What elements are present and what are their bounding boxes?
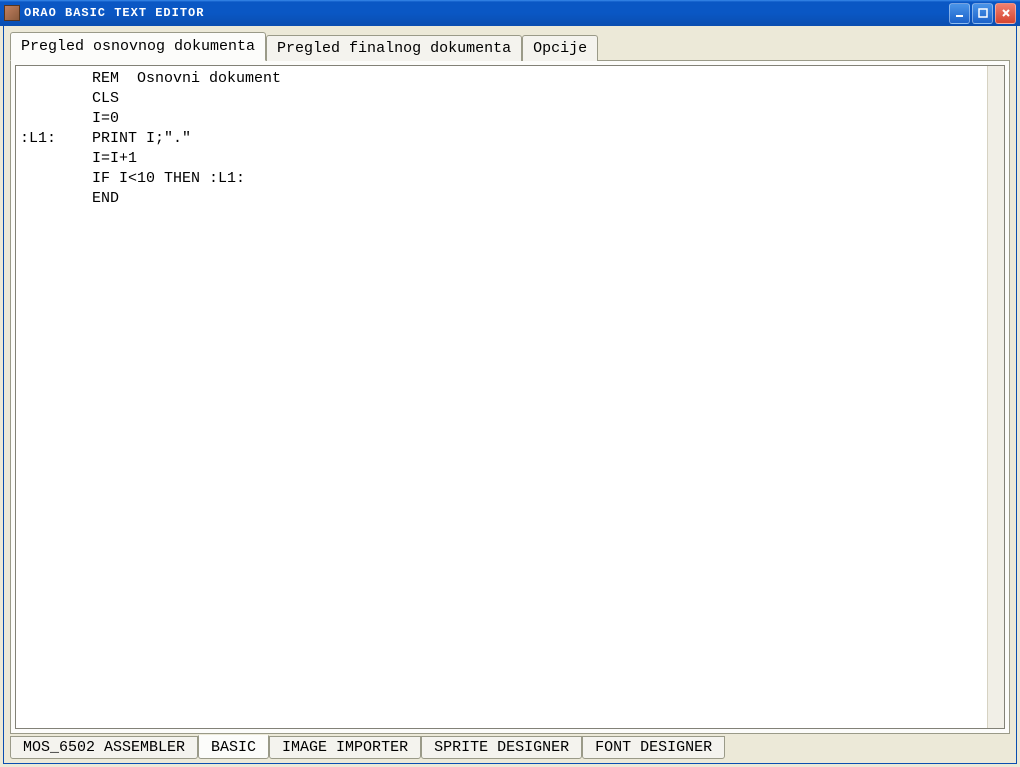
- editor-frame: REM Osnovni dokument CLS I=0 :L1: PRINT …: [15, 65, 1005, 729]
- upper-tab-bar: Pregled osnovnog dokumenta Pregled final…: [10, 32, 1010, 60]
- tab-assembler[interactable]: MOS_6502 ASSEMBLER: [10, 736, 198, 759]
- window-title: ORAO BASIC TEXT EDITOR: [24, 6, 949, 20]
- lower-tab-bar: MOS_6502 ASSEMBLER BASIC IMAGE IMPORTER …: [10, 735, 1010, 759]
- minimize-button[interactable]: [949, 3, 970, 24]
- tab-basic[interactable]: BASIC: [198, 735, 269, 759]
- close-button[interactable]: [995, 3, 1016, 24]
- editor-panel: REM Osnovni dokument CLS I=0 :L1: PRINT …: [10, 60, 1010, 734]
- tab-image-importer[interactable]: IMAGE IMPORTER: [269, 736, 421, 759]
- tab-final-document[interactable]: Pregled finalnog dokumenta: [266, 35, 522, 61]
- vertical-scrollbar[interactable]: [987, 66, 1004, 728]
- tab-sprite-designer[interactable]: SPRITE DESIGNER: [421, 736, 582, 759]
- maximize-button[interactable]: [972, 3, 993, 24]
- tab-font-designer[interactable]: FONT DESIGNER: [582, 736, 725, 759]
- app-icon: [4, 5, 20, 21]
- tab-options[interactable]: Opcije: [522, 35, 598, 61]
- code-editor[interactable]: REM Osnovni dokument CLS I=0 :L1: PRINT …: [16, 66, 987, 728]
- titlebar: ORAO BASIC TEXT EDITOR: [0, 0, 1020, 26]
- window-controls: [949, 3, 1016, 24]
- client-area: Pregled osnovnog dokumenta Pregled final…: [3, 26, 1017, 764]
- tab-basic-document[interactable]: Pregled osnovnog dokumenta: [10, 32, 266, 61]
